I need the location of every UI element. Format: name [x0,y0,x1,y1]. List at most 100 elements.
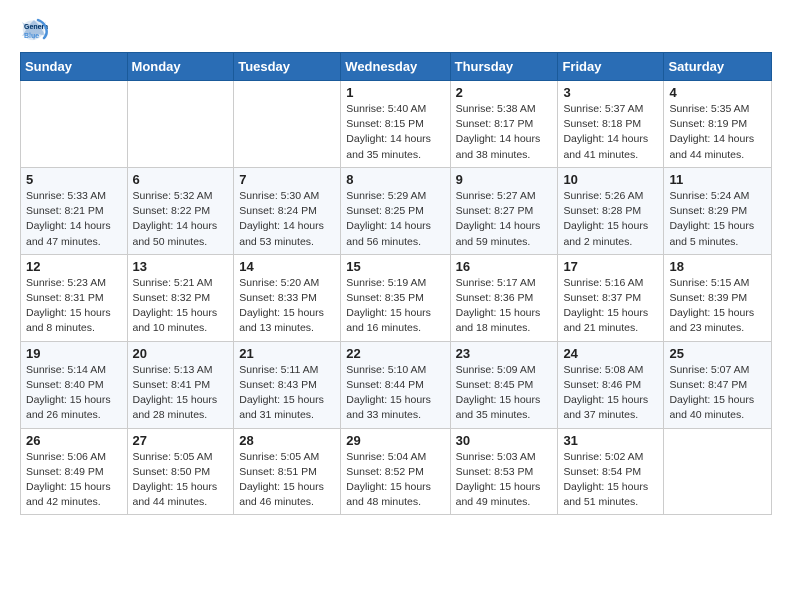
weekday-header-friday: Friday [558,53,664,81]
calendar-cell: 21 Sunrise: 5:11 AM Sunset: 8:43 PM Dayli… [234,341,341,428]
calendar-cell: 17 Sunrise: 5:16 AM Sunset: 8:37 PM Dayli… [558,254,664,341]
logo: General Blue [20,16,50,44]
weekday-header-thursday: Thursday [450,53,558,81]
day-number: 16 [456,259,553,274]
calendar-cell: 6Sunrise: 5:32 AM Sunset: 8:22 PM Daylig… [127,167,234,254]
week-row-2: 5 Sunrise: 5:33 AM Sunset: 8:21 PM Daylig… [21,167,772,254]
calendar-cell [234,81,341,168]
calendar-cell: 27Sunrise: 5:05 AM Sunset: 8:50 PM Dayli… [127,428,234,515]
weekday-header-saturday: Saturday [664,53,772,81]
svg-text:Blue: Blue [24,33,39,40]
calendar-cell: 10 Sunrise: 5:26 AM Sunset: 8:28 PM Dayli… [558,167,664,254]
day-info: Sunrise: 5:04 AM Sunset: 8:52 PM Dayligh… [346,450,444,511]
day-info: Sunrise: 5:02 AM Sunset: 8:54 PM Dayligh… [563,450,658,511]
day-number: 28 [239,433,335,448]
day-number: 29 [346,433,444,448]
calendar-cell: 3 Sunrise: 5:37 AM Sunset: 8:18 PM Daylig… [558,81,664,168]
day-number: 31 [563,433,658,448]
day-info: Sunrise: 5:08 AM Sunset: 8:46 PM Dayligh… [563,363,658,424]
calendar-cell: 30 Sunrise: 5:03 AM Sunset: 8:53 PM Dayli… [450,428,558,515]
page: General Blue SundayMondayTuesdayWednesda… [0,0,792,531]
logo-icon: General Blue [20,16,48,44]
day-info: Sunrise: 5:29 AM Sunset: 8:25 PM Dayligh… [346,189,444,250]
day-info: Sunrise: 5:03 AM Sunset: 8:53 PM Dayligh… [456,450,553,511]
calendar-cell [664,428,772,515]
day-info: Sunrise: 5:23 AM Sunset: 8:31 PM Dayligh… [26,276,122,337]
day-number: 2 [456,85,553,100]
day-number: 1 [346,85,444,100]
weekday-header-wednesday: Wednesday [341,53,450,81]
day-number: 7 [239,172,335,187]
day-info: Sunrise: 5:16 AM Sunset: 8:37 PM Dayligh… [563,276,658,337]
day-number: 13 [133,259,229,274]
calendar-cell: 2 Sunrise: 5:38 AM Sunset: 8:17 PM Daylig… [450,81,558,168]
day-number: 24 [563,346,658,361]
day-number: 17 [563,259,658,274]
day-number: 11 [669,172,766,187]
day-info: Sunrise: 5:10 AM Sunset: 8:44 PM Dayligh… [346,363,444,424]
calendar-cell: 23Sunrise: 5:09 AM Sunset: 8:45 PM Dayli… [450,341,558,428]
calendar-cell: 5 Sunrise: 5:33 AM Sunset: 8:21 PM Daylig… [21,167,128,254]
day-number: 8 [346,172,444,187]
day-info: Sunrise: 5:09 AM Sunset: 8:45 PM Dayligh… [456,363,553,424]
day-info: Sunrise: 5:05 AM Sunset: 8:51 PM Dayligh… [239,450,335,511]
calendar-cell: 12 Sunrise: 5:23 AM Sunset: 8:31 PM Dayli… [21,254,128,341]
calendar-cell: 31 Sunrise: 5:02 AM Sunset: 8:54 PM Dayli… [558,428,664,515]
day-number: 10 [563,172,658,187]
day-info: Sunrise: 5:20 AM Sunset: 8:33 PM Dayligh… [239,276,335,337]
calendar-cell: 1 Sunrise: 5:40 AM Sunset: 8:15 PM Daylig… [341,81,450,168]
week-row-5: 26Sunrise: 5:06 AM Sunset: 8:49 PM Dayli… [21,428,772,515]
calendar-cell: 22 Sunrise: 5:10 AM Sunset: 8:44 PM Dayli… [341,341,450,428]
day-number: 5 [26,172,122,187]
calendar-cell: 13 Sunrise: 5:21 AM Sunset: 8:32 PM Dayli… [127,254,234,341]
calendar-cell: 25 Sunrise: 5:07 AM Sunset: 8:47 PM Dayli… [664,341,772,428]
calendar-table: SundayMondayTuesdayWednesdayThursdayFrid… [20,52,772,515]
calendar-cell: 7 Sunrise: 5:30 AM Sunset: 8:24 PM Daylig… [234,167,341,254]
calendar-cell: 18 Sunrise: 5:15 AM Sunset: 8:39 PM Dayli… [664,254,772,341]
day-info: Sunrise: 5:15 AM Sunset: 8:39 PM Dayligh… [669,276,766,337]
calendar-cell: 16 Sunrise: 5:17 AM Sunset: 8:36 PM Dayli… [450,254,558,341]
day-number: 20 [133,346,229,361]
calendar-cell: 19 Sunrise: 5:14 AM Sunset: 8:40 PM Dayli… [21,341,128,428]
day-number: 21 [239,346,335,361]
day-info: Sunrise: 5:40 AM Sunset: 8:15 PM Dayligh… [346,102,444,163]
week-row-1: 1 Sunrise: 5:40 AM Sunset: 8:15 PM Daylig… [21,81,772,168]
day-info: Sunrise: 5:38 AM Sunset: 8:17 PM Dayligh… [456,102,553,163]
day-number: 30 [456,433,553,448]
day-info: Sunrise: 5:13 AM Sunset: 8:41 PM Dayligh… [133,363,229,424]
day-info: Sunrise: 5:11 AM Sunset: 8:43 PM Dayligh… [239,363,335,424]
day-number: 22 [346,346,444,361]
day-info: Sunrise: 5:30 AM Sunset: 8:24 PM Dayligh… [239,189,335,250]
calendar-cell: 20 Sunrise: 5:13 AM Sunset: 8:41 PM Dayli… [127,341,234,428]
day-info: Sunrise: 5:14 AM Sunset: 8:40 PM Dayligh… [26,363,122,424]
day-number: 25 [669,346,766,361]
day-info: Sunrise: 5:32 AM Sunset: 8:22 PM Dayligh… [133,189,229,250]
day-info: Sunrise: 5:17 AM Sunset: 8:36 PM Dayligh… [456,276,553,337]
day-number: 27 [133,433,229,448]
calendar-cell: 28 Sunrise: 5:05 AM Sunset: 8:51 PM Dayli… [234,428,341,515]
day-info: Sunrise: 5:27 AM Sunset: 8:27 PM Dayligh… [456,189,553,250]
day-number: 19 [26,346,122,361]
day-number: 18 [669,259,766,274]
calendar-cell: 29 Sunrise: 5:04 AM Sunset: 8:52 PM Dayli… [341,428,450,515]
weekday-header-row: SundayMondayTuesdayWednesdayThursdayFrid… [21,53,772,81]
week-row-3: 12 Sunrise: 5:23 AM Sunset: 8:31 PM Dayli… [21,254,772,341]
day-number: 9 [456,172,553,187]
day-number: 3 [563,85,658,100]
day-info: Sunrise: 5:21 AM Sunset: 8:32 PM Dayligh… [133,276,229,337]
week-row-4: 19 Sunrise: 5:14 AM Sunset: 8:40 PM Dayli… [21,341,772,428]
day-info: Sunrise: 5:37 AM Sunset: 8:18 PM Dayligh… [563,102,658,163]
calendar-cell [21,81,128,168]
calendar-cell: 24 Sunrise: 5:08 AM Sunset: 8:46 PM Dayli… [558,341,664,428]
day-info: Sunrise: 5:07 AM Sunset: 8:47 PM Dayligh… [669,363,766,424]
calendar-cell: 9 Sunrise: 5:27 AM Sunset: 8:27 PM Daylig… [450,167,558,254]
day-info: Sunrise: 5:33 AM Sunset: 8:21 PM Dayligh… [26,189,122,250]
day-info: Sunrise: 5:26 AM Sunset: 8:28 PM Dayligh… [563,189,658,250]
calendar-cell: 14 Sunrise: 5:20 AM Sunset: 8:33 PM Dayli… [234,254,341,341]
weekday-header-sunday: Sunday [21,53,128,81]
day-number: 12 [26,259,122,274]
header: General Blue [20,16,772,44]
calendar-cell: 11Sunrise: 5:24 AM Sunset: 8:29 PM Dayli… [664,167,772,254]
day-number: 14 [239,259,335,274]
weekday-header-monday: Monday [127,53,234,81]
